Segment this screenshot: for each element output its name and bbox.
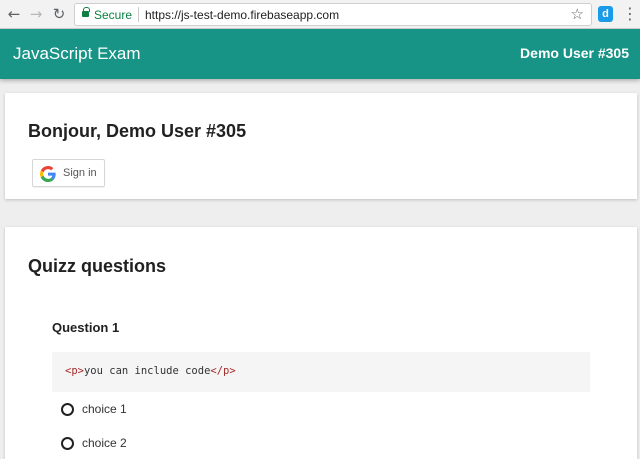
- greeting-heading: Bonjour, Demo User #305: [28, 121, 247, 141]
- choice-label: choice 1: [82, 402, 127, 416]
- greeting-card: Bonjour, Demo User #305 Sign in: [5, 93, 637, 199]
- back-arrow-icon[interactable]: ←: [5, 5, 23, 23]
- reload-icon[interactable]: ↻: [50, 5, 68, 23]
- quiz-card: Quizz questions Question 1 <p>you can in…: [5, 227, 637, 459]
- quiz-heading: Quizz questions: [28, 256, 167, 276]
- lock-icon: [82, 7, 90, 17]
- code-open-tag: <p>: [65, 365, 84, 377]
- radio-button[interactable]: [61, 437, 74, 450]
- signin-label: Sign in: [63, 167, 97, 179]
- bookmark-star-icon[interactable]: ☆: [571, 5, 584, 23]
- extension-icon[interactable]: d: [598, 6, 613, 22]
- app-header: JavaScript Exam Demo User #305: [0, 29, 640, 79]
- header-username: Demo User #305: [520, 45, 629, 61]
- browser-menu-icon[interactable]: ⋮: [622, 4, 638, 23]
- choice-label: choice 2: [82, 436, 127, 450]
- question-title: Question 1: [52, 320, 120, 335]
- radio-button[interactable]: [61, 403, 74, 416]
- url-text[interactable]: https://js-test-demo.firebaseapp.com: [145, 8, 339, 22]
- code-text: you can include code: [83, 365, 211, 377]
- secure-label: Secure: [94, 8, 133, 22]
- app-title: JavaScript Exam: [13, 44, 141, 63]
- google-signin-button[interactable]: Sign in: [32, 159, 105, 187]
- browser-toolbar: ← → ↻ Secure https://js-test-demo.fireba…: [0, 0, 640, 29]
- url-separator: [138, 7, 139, 22]
- code-close-tag: </p>: [210, 365, 236, 377]
- google-icon: [40, 166, 56, 182]
- address-bar[interactable]: Secure https://js-test-demo.firebaseapp.…: [74, 3, 592, 26]
- question-code-block: <p>you can include code</p>: [52, 352, 590, 392]
- forward-arrow-icon[interactable]: →: [27, 5, 45, 23]
